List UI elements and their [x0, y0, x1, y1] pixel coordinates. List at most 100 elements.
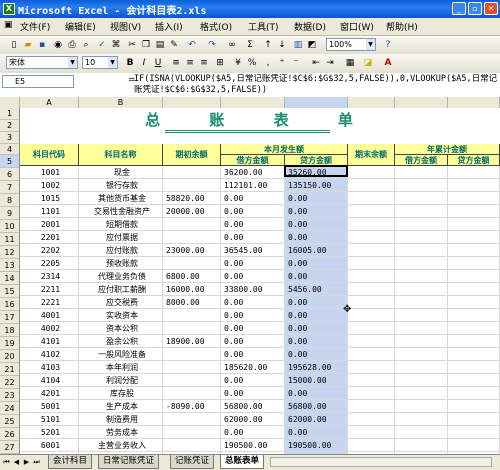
cut-icon[interactable]: ✂ — [126, 39, 138, 51]
row-header[interactable]: 7 — [0, 181, 19, 194]
cell-account-name[interactable]: 短期借款 — [79, 218, 163, 231]
cell-code[interactable]: 1001 — [20, 166, 79, 179]
first-sheet-icon[interactable]: ⏮ — [2, 457, 11, 467]
column-header-f[interactable] — [348, 97, 395, 108]
fill-color-icon[interactable]: ◪ — [362, 57, 374, 69]
cell-ytd-debit[interactable] — [395, 218, 448, 231]
horizontal-scrollbar[interactable] — [270, 457, 492, 467]
cell-debit[interactable]: 0.00 — [221, 296, 285, 309]
cell-debit[interactable]: 0.00 — [221, 257, 285, 270]
row-header[interactable]: 26 — [0, 428, 19, 441]
copy-icon[interactable]: ❐ — [140, 39, 152, 51]
cell-closing[interactable] — [348, 166, 395, 179]
cell-ytd-debit[interactable] — [395, 439, 448, 452]
cell-closing[interactable] — [348, 270, 395, 283]
cell-credit[interactable]: 0.00 — [285, 426, 348, 439]
decrease-decimal-icon[interactable]: ⁻ — [290, 57, 302, 69]
row-header[interactable]: 9 — [0, 207, 19, 220]
cell-closing[interactable] — [348, 374, 395, 387]
align-center-icon[interactable]: ≡ — [184, 57, 196, 69]
cell-closing[interactable] — [348, 192, 395, 205]
cell-account-name[interactable]: 其他货币基金 — [79, 192, 163, 205]
cell-account-name[interactable]: 交易性金融资产 — [79, 205, 163, 218]
header-month-amount[interactable]: 本月发生额 — [221, 144, 348, 155]
close-button[interactable]: ✕ — [484, 2, 498, 15]
cell-debit[interactable]: 0.00 — [221, 348, 285, 361]
tab-general-ledger[interactable]: 总账表单 — [220, 455, 265, 469]
cell-ytd-debit[interactable] — [395, 205, 448, 218]
cell-debit[interactable]: 185620.00 — [221, 361, 285, 374]
cell-closing[interactable] — [348, 335, 395, 348]
percent-icon[interactable]: % — [246, 57, 258, 69]
menu-data[interactable]: 数据(D) — [294, 20, 326, 33]
cell-credit[interactable]: 5456.00 — [285, 283, 348, 296]
print-icon[interactable]: ⎙ — [66, 39, 78, 51]
cell-account-name[interactable]: 一般风险准备 — [79, 348, 163, 361]
select-all-corner[interactable] — [0, 97, 20, 108]
next-sheet-icon[interactable]: ▶ — [22, 457, 31, 467]
cell-code[interactable]: 4101 — [20, 335, 79, 348]
cell-credit[interactable]: 190500.00 — [285, 439, 348, 452]
cell-code[interactable]: 1101 — [20, 205, 79, 218]
cell-account-name[interactable]: 应交税费 — [79, 296, 163, 309]
cell-account-name[interactable]: 盈余公积 — [79, 335, 163, 348]
worksheet-grid[interactable]: 总 账 表 单 科目代码 科目名称 期初余额 本月发生额 借方金额 贷方金额 期… — [20, 108, 500, 454]
align-left-icon[interactable]: ≡ — [170, 57, 182, 69]
cell-opening-balance[interactable]: 8000.00 — [163, 296, 221, 309]
cell-debit[interactable]: 33800.00 — [221, 283, 285, 296]
tab-accounts[interactable]: 会计科目 — [48, 455, 93, 469]
cell-closing[interactable] — [348, 231, 395, 244]
cell-code[interactable]: 6001 — [20, 439, 79, 452]
cell-debit[interactable]: 0.00 — [221, 335, 285, 348]
cell-ytd-debit[interactable] — [395, 387, 448, 400]
cell-debit[interactable]: 0.00 — [221, 322, 285, 335]
cell-ytd-debit[interactable] — [395, 426, 448, 439]
cell-opening-balance[interactable]: 23000.00 — [163, 244, 221, 257]
cell-ytd-debit[interactable] — [395, 322, 448, 335]
cell-closing[interactable] — [348, 426, 395, 439]
row-header[interactable]: 23 — [0, 389, 19, 402]
cell-account-name[interactable]: 实收资本 — [79, 309, 163, 322]
font-color-icon[interactable]: A — [382, 57, 394, 69]
open-icon[interactable]: ▰ — [22, 39, 34, 51]
cell-opening-balance[interactable] — [163, 179, 221, 192]
row-header[interactable]: 12 — [0, 246, 19, 259]
cell-debit[interactable]: 112101.00 — [221, 179, 285, 192]
restore-button[interactable]: ▫ — [468, 2, 482, 15]
row-header[interactable]: 4 — [0, 144, 19, 155]
row-header[interactable]: 3 — [0, 132, 19, 144]
cell-code[interactable]: 2314 — [20, 270, 79, 283]
cell-code[interactable]: 4002 — [20, 322, 79, 335]
cell-account-name[interactable]: 生产成本 — [79, 400, 163, 413]
cell-ytd-credit[interactable] — [448, 426, 500, 439]
header-name[interactable]: 科目名称 — [79, 144, 163, 166]
increase-indent-icon[interactable]: ⇥ — [324, 57, 336, 69]
cell-ytd-credit[interactable] — [448, 374, 500, 387]
cell-ytd-credit[interactable] — [448, 244, 500, 257]
cell-code[interactable]: 2221 — [20, 296, 79, 309]
prev-sheet-icon[interactable]: ◀ — [12, 457, 21, 467]
cell-ytd-debit[interactable] — [395, 309, 448, 322]
cell-ytd-credit[interactable] — [448, 192, 500, 205]
cell-account-name[interactable]: 应付票据 — [79, 231, 163, 244]
row-header[interactable]: 20 — [0, 350, 19, 363]
cell-credit[interactable]: 0.00 — [285, 257, 348, 270]
cell-account-name[interactable]: 本年利润 — [79, 361, 163, 374]
cell-ytd-credit[interactable] — [448, 257, 500, 270]
decrease-indent-icon[interactable]: ⇤ — [310, 57, 322, 69]
cell-closing[interactable] — [348, 257, 395, 270]
cell-ytd-credit[interactable] — [448, 348, 500, 361]
cell-ytd-credit[interactable] — [448, 283, 500, 296]
cell-ytd-debit[interactable] — [395, 244, 448, 257]
borders-icon[interactable]: ▦ — [344, 57, 356, 69]
cell-debit[interactable]: 0.00 — [221, 218, 285, 231]
cell-code[interactable]: 1002 — [20, 179, 79, 192]
cell-ytd-debit[interactable] — [395, 296, 448, 309]
cell-code[interactable]: 2211 — [20, 283, 79, 296]
cell-ytd-credit[interactable] — [448, 179, 500, 192]
cell-debit[interactable]: 0.00 — [221, 426, 285, 439]
cell-ytd-credit[interactable] — [448, 439, 500, 452]
cell-account-name[interactable]: 劳务成本 — [79, 426, 163, 439]
menu-insert[interactable]: 插入(I) — [155, 20, 183, 33]
bold-icon[interactable]: B — [124, 57, 136, 69]
